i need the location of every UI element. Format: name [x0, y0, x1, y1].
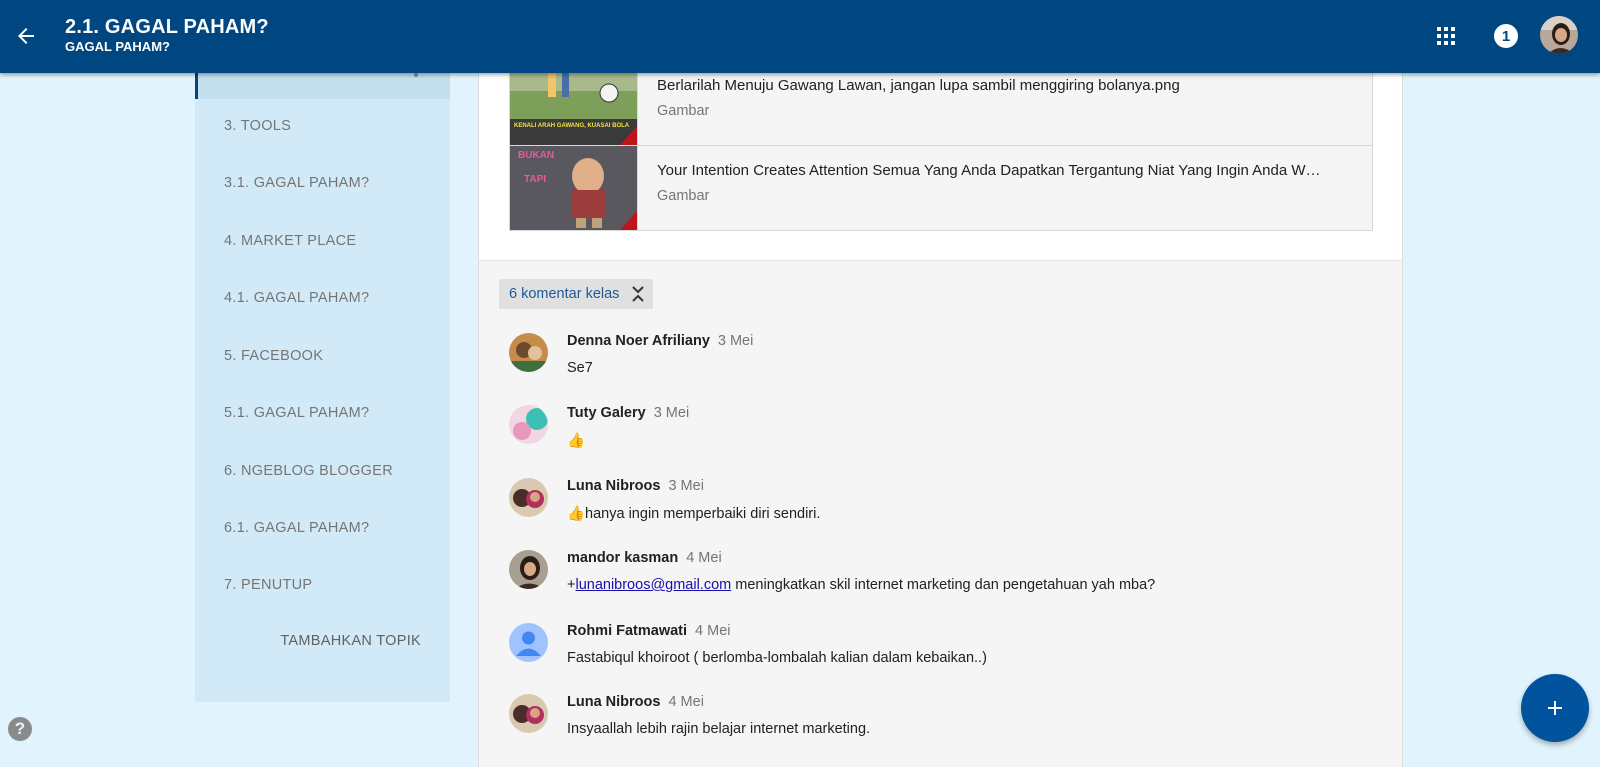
sidebar-item-3-1[interactable]: 3.1. GAGAL PAHAM?	[195, 155, 450, 211]
thumbnail-text-mid: TAPI	[524, 174, 547, 185]
commenter-avatar[interactable]	[509, 623, 548, 662]
comment-date: 4 Mei	[668, 694, 704, 710]
attachment-thumbnail: BUKAN TAPI	[510, 146, 638, 230]
comment-author[interactable]: Rohmi Fatmawati 4 Mei	[567, 623, 731, 639]
comment-author[interactable]: Luna Nibroos 3 Mei	[567, 478, 704, 494]
plus-icon	[1548, 701, 1562, 715]
sidebar-item-facebook[interactable]: 5. FACEBOOK	[195, 328, 450, 384]
more-icon[interactable]	[414, 73, 418, 77]
apps-button[interactable]	[1434, 24, 1458, 48]
attachment-thumbnail: KENALI ARAH GAWANG, KUASAI BOLA	[510, 61, 638, 145]
add-topic-button[interactable]: TAMBAHKAN TOPIK	[195, 621, 450, 661]
attachment-item[interactable]: BUKAN TAPI Your Intention Creates Attent…	[509, 145, 1373, 231]
commenter-avatar[interactable]	[509, 694, 548, 733]
commenter-avatar[interactable]	[509, 405, 548, 444]
mention-link[interactable]: lunanibroos@gmail.com	[575, 577, 731, 593]
comment-text: Insyaallah lebih rajin belajar internet …	[567, 721, 871, 737]
comment-text: 👍hanya ingin memperbaiki diri sendiri.	[567, 506, 821, 522]
comment-date: 3 Mei	[668, 478, 704, 494]
page-titles: 2.1. GAGAL PAHAM? GAGAL PAHAM?	[65, 16, 269, 55]
comment-author[interactable]: Tuty Galery 3 Mei	[567, 405, 689, 421]
sidebar-item-penutup[interactable]: 7. PENUTUP	[195, 557, 450, 613]
arrow-back-icon	[18, 28, 34, 44]
class-comments: 6 komentar kelas Denna Noer Afriliany 3 M…	[479, 260, 1402, 767]
page-title: 2.1. GAGAL PAHAM?	[65, 16, 269, 38]
class-comments-toggle[interactable]: 6 komentar kelas	[499, 279, 654, 309]
attachment-type: Gambar	[657, 103, 710, 119]
notifications-button[interactable]: 1	[1494, 24, 1518, 48]
comment-date: 4 Mei	[686, 550, 722, 566]
comment-text: Se7	[567, 360, 593, 376]
post-card: KENALI ARAH GAWANG, KUASAI BOLA Berlaril…	[478, 60, 1403, 767]
commenter-avatar[interactable]	[509, 333, 548, 372]
comment-date: 3 Mei	[653, 405, 690, 421]
topics-sidebar: 3. TOOLS 3.1. GAGAL PAHAM? 4. MARKET PLA…	[195, 73, 450, 702]
sidebar-item-4-1[interactable]: 4.1. GAGAL PAHAM?	[195, 270, 450, 326]
comment-author[interactable]: mandor kasman 4 Mei	[567, 550, 722, 566]
sidebar-item-market-place[interactable]: 4. MARKET PLACE	[195, 213, 450, 269]
comment-author[interactable]: Luna Nibroos 4 Mei	[567, 694, 704, 710]
page-subtitle: GAGAL PAHAM?	[65, 39, 170, 54]
commenter-avatar[interactable]	[509, 550, 548, 589]
back-button[interactable]	[8, 18, 44, 54]
commenter-avatar[interactable]	[509, 478, 548, 517]
app-bar: 2.1. GAGAL PAHAM? GAGAL PAHAM? 1	[0, 0, 1600, 73]
sidebar-item-5-1[interactable]: 5.1. GAGAL PAHAM?	[195, 385, 450, 441]
comments-count-label: 6 komentar kelas	[509, 286, 620, 302]
comment-text: +lunanibroos@gmail.com meningkatkan skil…	[567, 577, 1156, 593]
sidebar-selected-topic[interactable]	[195, 73, 450, 99]
default-avatar-icon	[509, 623, 548, 662]
help-button[interactable]: ?	[8, 717, 32, 741]
comment-date: 3 Mei	[717, 333, 754, 349]
create-fab-button[interactable]	[1521, 674, 1589, 742]
comment-text: 👍	[567, 433, 586, 449]
apps-grid-icon	[1437, 27, 1455, 45]
thumbnail-text-top: BUKAN	[518, 150, 555, 161]
comment-author[interactable]: Denna Noer Afriliany 3 Mei	[567, 333, 753, 349]
thumbnail-caption: KENALI ARAH GAWANG, KUASAI BOLA	[514, 123, 630, 129]
collapse-chevron-icon	[632, 286, 645, 302]
account-avatar[interactable]	[1540, 16, 1578, 54]
sidebar-item-6-1[interactable]: 6.1. GAGAL PAHAM?	[195, 500, 450, 556]
comment-date: 4 Mei	[695, 623, 731, 639]
attachment-name: Berlarilah Menuju Gawang Lawan, jangan l…	[657, 77, 1180, 94]
attachment-type: Gambar	[657, 188, 710, 204]
sidebar-item-tools[interactable]: 3. TOOLS	[195, 98, 450, 154]
help-icon: ?	[14, 719, 26, 738]
sidebar-item-ngeblog-blogger[interactable]: 6. NGEBLOG BLOGGER	[195, 443, 450, 499]
attachment-name: Your Intention Creates Attention Semua Y…	[657, 162, 1321, 179]
comment-text: Fastabiqul khoiroot ( berlomba-lombalah …	[567, 650, 987, 666]
